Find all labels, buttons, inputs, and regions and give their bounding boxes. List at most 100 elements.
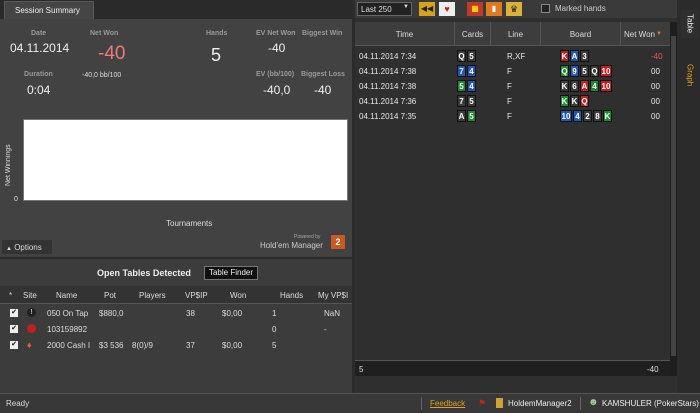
hand-row[interactable]: 04.11.2014 7:35 A 5 F 10 4 2 8 K 00 [355,109,670,124]
table-row[interactable]: ✔ 103159892 0 - [0,321,352,337]
header-site[interactable]: Site [23,291,37,300]
table-pot: $3 536 [99,341,124,350]
card: 5 [580,65,589,77]
col-cards[interactable]: Cards [455,22,491,46]
card: 6 [570,80,579,92]
header-hands[interactable]: Hands [280,291,303,300]
hand-time: 04.11.2014 7:38 [359,67,417,76]
side-tabs: Table Graph [679,0,700,393]
pokerstars-icon [27,324,36,333]
grid-icon[interactable]: ▦ [467,2,483,16]
col-line[interactable]: Line [491,22,541,46]
hand-row[interactable]: 04.11.2014 7:34 Q 5 R,XF K A 3 -40 [355,49,670,64]
trophy-icon[interactable]: ♛ [506,2,522,16]
biggestloss-label: Biggest Loss [301,71,345,78]
vertical-scrollbar[interactable] [670,22,677,376]
status-ready: Ready [6,399,30,408]
cards-icon[interactable]: ♥ [439,2,455,16]
table-name: 050 On Tap [47,309,89,318]
duration-label: Duration [24,71,53,78]
user-label: KAMSHULER (PokerStars) [602,399,699,408]
chevron-down-icon: ▼ [403,4,409,10]
bb-per-100: -40,0 bb/100 [82,72,122,79]
card: Q [457,50,466,62]
filter-value: Last 250 [361,5,392,14]
table-hands: 1 [272,309,277,318]
tab-session-summary[interactable]: Session Summary [4,1,94,19]
col-netwon[interactable]: Net Won [621,22,670,46]
hm-brand-label: Hold'em Manager [260,241,323,250]
card: 4 [590,80,599,92]
card: 4 [573,110,582,122]
hole-cards: Q5 [457,50,477,62]
hand-netwon: 00 [651,97,660,106]
table-name: 103159892 [47,325,88,334]
options-label: Options [14,243,42,252]
header-vpip[interactable]: VP$IP [185,291,208,300]
card: 9 [570,65,579,77]
card: 4 [467,65,476,77]
tab-graph[interactable]: Graph [681,60,699,90]
left-tabstrip: Session Summary [0,0,352,19]
marked-hands-label: Marked hands [555,4,606,13]
card: A [457,110,466,122]
table-row[interactable]: ✔ ♦ 2000 Cash I $3 536 8(0)/9 37 $0,00 5 [0,337,352,353]
check-icon[interactable]: ✔ [10,325,18,333]
scrollbar-thumb[interactable] [671,36,676,356]
card: K [560,95,569,107]
chart-ylabel: Net Winnings [5,144,12,186]
tab-table[interactable]: Table [681,10,699,38]
card: K [570,95,579,107]
card: A [570,50,579,62]
card: K [560,50,569,62]
open-tables-panel: Open Tables Detected Table Finder * Site… [0,257,352,393]
duration-value: 0:04 [27,83,51,97]
diamond-icon: ♦ [27,340,32,350]
open-tables-title: Open Tables Detected [97,268,191,278]
table-won: $0,00 [222,309,243,318]
marked-hands-checkbox[interactable] [541,4,550,13]
hand-time: 04.11.2014 7:35 [359,112,417,121]
options-button[interactable]: ▲ Options [2,240,52,254]
feedback-link[interactable]: Feedback [430,399,465,408]
card: 7 [457,95,466,107]
filter-dropdown[interactable]: Last 250 ▼ [357,2,412,16]
hand-netwon: 00 [651,82,660,91]
hand-row[interactable]: 04.11.2014 7:38 7 4 F Q 9 5 Q 10 00 [355,64,670,79]
bar-chart-icon[interactable]: ▮ [486,2,502,16]
hand-row[interactable]: 04.11.2014 7:38 5 4 F K 6 A 4 10 00 [355,79,670,94]
hand-netwon: 00 [651,112,660,121]
header-players[interactable]: Players [139,291,166,300]
col-time[interactable]: Time [355,22,455,46]
hm-logo-icon: 2 [331,235,345,249]
hand-time: 04.11.2014 7:34 [359,52,417,61]
card: K [560,80,569,92]
status-bar: Ready Feedback ⚑ HoldemManager2 ☻ KAMSHU… [0,393,700,413]
status-divider [580,397,581,410]
header-star: * [9,291,13,300]
chart-xlabel: Tournaments [166,219,213,228]
board-cards: K 6 A 4 10 [560,80,613,92]
header-name[interactable]: Name [56,291,77,300]
col-board[interactable]: Board [541,22,621,46]
hands-value: 5 [211,45,222,65]
status-divider [421,397,422,410]
header-myvpip[interactable]: My VP$I [318,291,348,300]
hand-netwon: 00 [651,67,660,76]
card: 8 [593,110,602,122]
hand-line: F [507,112,512,121]
table-finder-button[interactable]: Table Finder [204,266,258,280]
hand-row[interactable]: 04.11.2014 7:36 7 5 F K K Q 00 [355,94,670,109]
card: 5 [467,110,476,122]
card: A [580,80,589,92]
card: 7 [457,65,466,77]
hand-line: F [507,97,512,106]
table-row[interactable]: ✔ ! 050 On Tap $880,0 38 $0,00 1 NaN [0,305,352,321]
header-pot[interactable]: Pot [104,291,116,300]
rewind-icon[interactable]: ◀◀ [419,2,435,16]
check-icon[interactable]: ✔ [10,341,18,349]
left-panel: Session Summary Date 04.11.2014 Net Won … [0,0,352,393]
header-won[interactable]: Won [230,291,246,300]
table-won: $0,00 [222,341,243,350]
check-icon[interactable]: ✔ [10,309,18,317]
